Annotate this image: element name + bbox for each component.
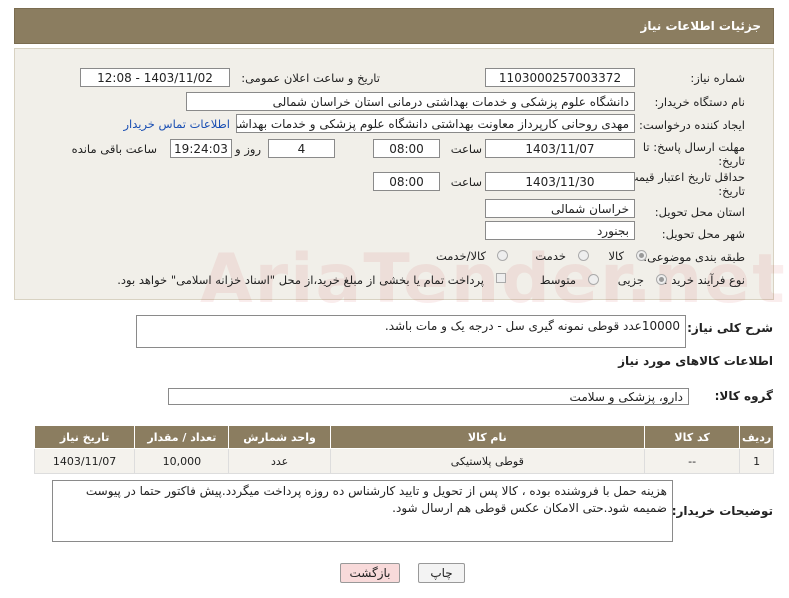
process-radio-medium[interactable] bbox=[588, 274, 599, 285]
buyer-notes-label: توضیحات خریدار: bbox=[671, 504, 773, 518]
treasury-payment-checkbox[interactable] bbox=[496, 273, 506, 283]
back-button[interactable]: بازگشت bbox=[340, 563, 400, 583]
cell-row: 1 bbox=[739, 448, 774, 474]
deadline-label-date: تاریخ: bbox=[718, 154, 745, 168]
city-field[interactable]: بجنورد bbox=[485, 221, 635, 240]
summary-textarea[interactable]: 10000عدد قوطی نمونه گیری سل - درجه یک و … bbox=[136, 315, 686, 348]
deadline-label: مهلت ارسال پاسخ: تا bbox=[642, 140, 745, 154]
category-option-goods-service: کالا/خدمت bbox=[435, 249, 486, 263]
remaining-time-field[interactable]: 19:24:03 bbox=[170, 139, 232, 158]
process-option-minor: جزیی bbox=[617, 273, 644, 287]
requester-field[interactable]: مهدی روحانی کارپرداز معاونت بهداشتی دانش… bbox=[236, 114, 635, 133]
table-header-row: ردیف کد کالا نام کالا واحد شمارش تعداد /… bbox=[33, 425, 774, 449]
buyer-org-label: نام دستگاه خریدار: bbox=[654, 95, 745, 109]
buyer-notes-textarea[interactable]: هزینه حمل با فروشنده بوده ، کالا پس از ت… bbox=[52, 480, 673, 542]
announce-date-label: تاریخ و ساعت اعلان عمومی: bbox=[241, 71, 380, 85]
page-title: جزئیات اطلاعات نیاز bbox=[640, 19, 761, 33]
announce-date-field[interactable]: 1403/11/02 - 12:08 bbox=[80, 68, 230, 87]
validity-time-field[interactable]: 08:00 bbox=[373, 172, 440, 191]
deadline-days-field[interactable]: 4 bbox=[268, 139, 335, 158]
summary-label: شرح کلی نیاز: bbox=[687, 321, 773, 335]
col-qty: تعداد / مقدار bbox=[134, 425, 230, 449]
category-option-goods: کالا bbox=[608, 249, 624, 263]
cell-name: قوطی پلاستیکی bbox=[329, 448, 645, 474]
table-row[interactable]: 1 -- قوطی پلاستیکی عدد 10,000 1403/11/07 bbox=[33, 448, 774, 474]
goods-section-title: اطلاعات کالاهای مورد نیاز bbox=[618, 354, 773, 368]
need-number-label: شماره نیاز: bbox=[690, 71, 745, 85]
category-option-service: خدمت bbox=[535, 249, 566, 263]
col-code: کد کالا bbox=[643, 425, 741, 449]
treasury-payment-note: پرداخت تمام یا بخشی از مبلغ خرید،از محل … bbox=[117, 273, 484, 287]
col-row: ردیف bbox=[739, 425, 774, 449]
goods-group-label: گروه کالا: bbox=[714, 389, 773, 403]
category-radio-service[interactable] bbox=[578, 250, 589, 261]
deadline-date-field[interactable]: 1403/11/07 bbox=[485, 139, 635, 158]
deadline-time-label: ساعت bbox=[450, 142, 482, 156]
validity-date-field[interactable]: 1403/11/30 bbox=[485, 172, 635, 191]
validity-label-date: تاریخ: bbox=[718, 184, 745, 198]
need-number-field[interactable]: 1103000257003372 bbox=[485, 68, 635, 87]
goods-group-field[interactable]: دارو، پزشکی و سلامت bbox=[168, 388, 689, 405]
category-radio-goods[interactable] bbox=[636, 250, 647, 261]
remaining-time-label: ساعت باقی مانده bbox=[71, 142, 157, 156]
page-header: جزئیات اطلاعات نیاز bbox=[14, 8, 774, 44]
buyer-org-field[interactable]: دانشگاه علوم پزشکی و خدمات بهداشتی درمان… bbox=[186, 92, 635, 111]
process-option-medium: متوسط bbox=[539, 273, 576, 287]
validity-time-label: ساعت bbox=[450, 175, 482, 189]
col-unit: واحد شمارش bbox=[228, 425, 331, 449]
buyer-contact-link[interactable]: اطلاعات تماس خریدار bbox=[123, 117, 230, 131]
category-radio-goods-service[interactable] bbox=[497, 250, 508, 261]
cell-date: 1403/11/07 bbox=[33, 448, 136, 474]
deadline-time-field[interactable]: 08:00 bbox=[373, 139, 440, 158]
province-field[interactable]: خراسان شمالی bbox=[485, 199, 635, 218]
cell-code: -- bbox=[643, 448, 741, 474]
process-label: نوع فرآیند خرید : bbox=[663, 273, 745, 287]
city-label: شهر محل تحویل: bbox=[661, 227, 745, 241]
col-date: تاریخ نیاز bbox=[33, 425, 136, 449]
province-label: استان محل تحویل: bbox=[654, 205, 745, 219]
col-name: نام کالا bbox=[329, 425, 645, 449]
cell-qty: 10,000 bbox=[134, 448, 230, 474]
category-label: طبقه بندی موضوعی: bbox=[643, 250, 745, 264]
goods-table: ردیف کد کالا نام کالا واحد شمارش تعداد /… bbox=[33, 425, 774, 474]
deadline-days-label: روز و bbox=[235, 142, 261, 156]
print-button[interactable]: چاپ bbox=[418, 563, 465, 583]
requester-label: ایجاد کننده درخواست: bbox=[639, 118, 745, 132]
process-radio-minor[interactable] bbox=[656, 274, 667, 285]
cell-unit: عدد bbox=[228, 448, 331, 474]
